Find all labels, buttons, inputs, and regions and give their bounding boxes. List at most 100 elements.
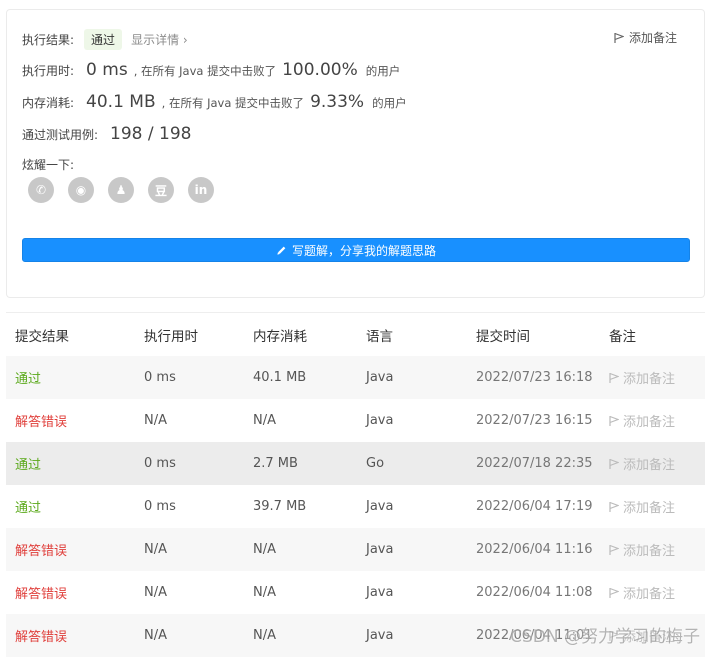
row-status-link[interactable]: 解答错误 — [15, 626, 67, 645]
result-label: 执行结果: — [22, 33, 75, 47]
row-add-remark[interactable]: 添加备注 — [609, 540, 675, 559]
row-language: Java — [366, 413, 394, 428]
row-memory: N/A — [253, 413, 276, 428]
row-remark-label: 添加备注 — [623, 458, 676, 473]
header-submit-time: 提交时间 — [476, 328, 530, 345]
pencil-icon — [277, 246, 286, 255]
runtime-tail: 的用户 — [365, 64, 401, 78]
row-language: Go — [366, 456, 385, 471]
row-remark-label: 添加备注 — [623, 544, 676, 559]
row-submit-time: 2022/06/04 11:08 — [476, 585, 593, 600]
add-remark-label: 添加备注 — [628, 31, 677, 45]
share-row: 炫耀一下: — [22, 156, 74, 173]
flag-icon — [609, 458, 619, 469]
runtime-beat-text: , 在所有 Java 提交中击败了 — [133, 64, 277, 78]
submission-result-card: 执行结果: 通过 显示详情 › 添加备注 执行用时: 0 ms , 在所有 Ja… — [6, 9, 705, 298]
flag-icon — [609, 415, 619, 426]
row-memory: N/A — [253, 628, 276, 643]
row-language: Java — [366, 370, 394, 385]
share-label: 炫耀一下: — [22, 158, 75, 172]
flag-icon — [614, 32, 624, 43]
qq-icon[interactable]: ♟ — [108, 177, 134, 203]
add-remark-button[interactable]: 添加备注 — [614, 29, 677, 46]
linkedin-icon[interactable]: in — [188, 177, 214, 203]
table-row[interactable]: 通过 0 ms 2.7 MB Go 2022/07/18 22:35 添加备注 — [6, 442, 705, 485]
row-runtime: 0 ms — [144, 499, 176, 514]
runtime-label: 执行用时: — [22, 64, 75, 78]
row-status-link[interactable]: 通过 — [15, 368, 41, 387]
share-icons: ✆ ◉ ♟ 豆 in — [28, 177, 214, 203]
memory-row: 内存消耗: 40.1 MB , 在所有 Java 提交中击败了 9.33% 的用… — [22, 92, 407, 112]
flag-icon — [609, 587, 619, 598]
flag-icon — [609, 544, 619, 555]
row-memory: 39.7 MB — [253, 499, 307, 514]
header-runtime: 执行用时 — [144, 328, 198, 345]
memory-label: 内存消耗: — [22, 96, 75, 110]
row-submit-time: 2022/07/23 16:18 — [476, 370, 593, 385]
row-language: Java — [366, 499, 394, 514]
table-row[interactable]: 通过 0 ms 40.1 MB Java 2022/07/23 16:18 添加… — [6, 356, 705, 399]
douban-icon[interactable]: 豆 — [148, 177, 174, 203]
row-runtime: N/A — [144, 628, 167, 643]
testcases-value: 198 / 198 — [110, 124, 192, 144]
flag-icon — [609, 372, 619, 383]
row-remark-label: 添加备注 — [623, 415, 676, 430]
status-badge: 通过 — [84, 29, 123, 50]
table-row[interactable]: 通过 0 ms 39.7 MB Java 2022/06/04 17:19 添加… — [6, 485, 705, 528]
flag-icon — [609, 501, 619, 512]
memory-beat-text: , 在所有 Java 提交中击败了 — [161, 96, 305, 110]
table-row[interactable]: 解答错误 N/A N/A Java 2022/06/04 11:08 添加备注 — [6, 571, 705, 614]
write-solution-label: 写题解，分享我的解题思路 — [291, 243, 436, 258]
row-language: Java — [366, 628, 394, 643]
row-language: Java — [366, 585, 394, 600]
testcases-row: 通过测试用例: 198 / 198 — [22, 124, 191, 144]
row-submit-time: 2022/07/23 16:15 — [476, 413, 593, 428]
row-memory: N/A — [253, 542, 276, 557]
testcases-label: 通过测试用例: — [22, 128, 99, 142]
row-remark-label: 添加备注 — [623, 372, 676, 387]
row-memory: 40.1 MB — [253, 370, 307, 385]
row-submit-time: 2022/06/04 17:19 — [476, 499, 593, 514]
header-language: 语言 — [366, 328, 393, 345]
row-status-link[interactable]: 通过 — [15, 497, 41, 516]
header-status: 提交结果 — [15, 328, 69, 345]
row-runtime: N/A — [144, 542, 167, 557]
submission-history-table: 提交结果 执行用时 内存消耗 语言 提交时间 备注 通过 0 ms 40.1 M… — [6, 312, 705, 657]
row-runtime: 0 ms — [144, 456, 176, 471]
table-row[interactable]: 解答错误 N/A N/A Java 2022/07/23 16:15 添加备注 — [6, 399, 705, 442]
runtime-value: 0 ms — [86, 60, 128, 80]
memory-value: 40.1 MB — [86, 92, 156, 112]
row-add-remark[interactable]: 添加备注 — [609, 368, 675, 387]
row-language: Java — [366, 542, 394, 557]
row-add-remark[interactable]: 添加备注 — [609, 454, 675, 473]
row-status-link[interactable]: 解答错误 — [15, 583, 67, 602]
header-remark: 备注 — [609, 328, 636, 345]
row-runtime: N/A — [144, 585, 167, 600]
row-memory: N/A — [253, 585, 276, 600]
row-status-link[interactable]: 解答错误 — [15, 411, 67, 430]
row-runtime: N/A — [144, 413, 167, 428]
table-row[interactable]: 解答错误 N/A N/A Java 2022/06/04 11:16 添加备注 — [6, 528, 705, 571]
write-solution-button[interactable]: 写题解，分享我的解题思路 — [22, 238, 690, 262]
weibo-icon[interactable]: ◉ — [68, 177, 94, 203]
runtime-percent: 100.00% — [282, 60, 358, 80]
row-remark-label: 添加备注 — [623, 587, 676, 602]
row-add-remark[interactable]: 添加备注 — [609, 497, 675, 516]
row-status-link[interactable]: 通过 — [15, 454, 41, 473]
memory-percent: 9.33% — [310, 92, 365, 112]
row-runtime: 0 ms — [144, 370, 176, 385]
row-status-link[interactable]: 解答错误 — [15, 540, 67, 559]
table-header: 提交结果 执行用时 内存消耗 语言 提交时间 备注 — [6, 313, 705, 356]
row-submit-time: 2022/06/04 11:16 — [476, 542, 593, 557]
wechat-icon[interactable]: ✆ — [28, 177, 54, 203]
show-details-link[interactable]: 显示详情 › — [131, 31, 188, 48]
row-memory: 2.7 MB — [253, 456, 298, 471]
row-add-remark[interactable]: 添加备注 — [609, 583, 675, 602]
header-memory: 内存消耗 — [253, 328, 307, 345]
memory-tail: 的用户 — [372, 96, 407, 110]
row-add-remark[interactable]: 添加备注 — [609, 411, 675, 430]
watermark: CSDN @努力学习的梅子 — [510, 627, 700, 647]
row-submit-time: 2022/07/18 22:35 — [476, 456, 593, 471]
result-row: 执行结果: 通过 显示详情 › — [22, 29, 188, 50]
runtime-row: 执行用时: 0 ms , 在所有 Java 提交中击败了 100.00% 的用户 — [22, 60, 400, 80]
